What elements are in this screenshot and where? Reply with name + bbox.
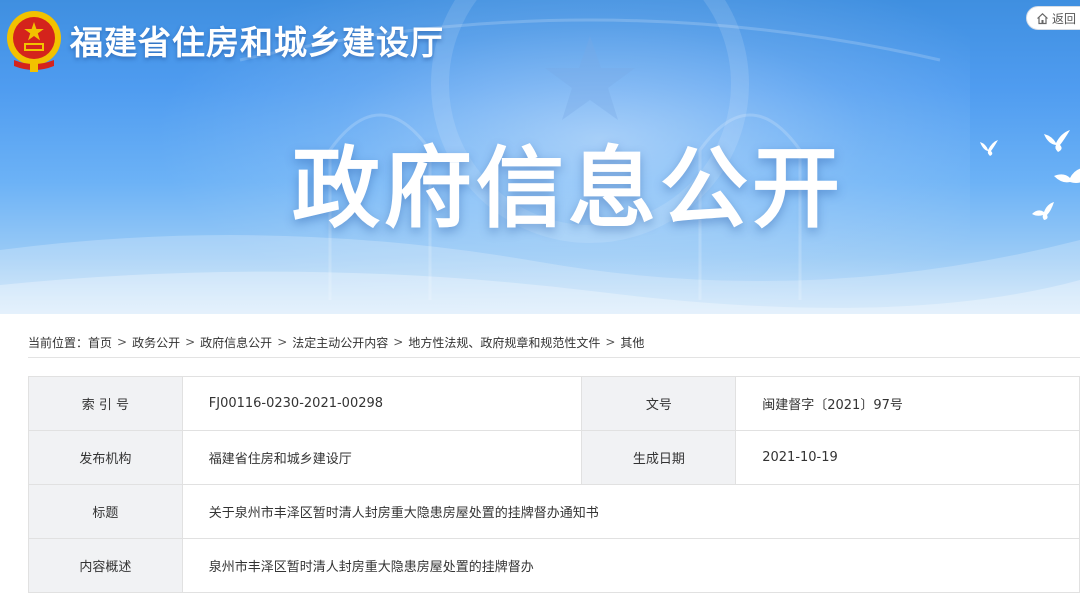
back-button-label: 返回 <box>1052 11 1077 26</box>
dove-icon <box>1054 168 1080 183</box>
document-number-label: 文号 <box>581 376 737 431</box>
breadcrumb-divider <box>28 357 1080 358</box>
publisher-label: 发布机构 <box>28 430 183 485</box>
title-label: 标题 <box>28 484 183 539</box>
hero-title: 政府信息公开 <box>292 137 845 240</box>
breadcrumb-statutory-content[interactable]: 法定主动公开内容 <box>292 334 388 351</box>
document-info-table: 索 引 号 FJ00116-0230-2021-00298 文号 闽建督字〔20… <box>28 376 1080 593</box>
dove-icon <box>1044 130 1070 152</box>
breadcrumb-government-affairs[interactable]: 政务公开 <box>132 334 180 351</box>
back-button[interactable]: 返回 <box>1026 6 1080 30</box>
index-number-value: FJ00116-0230-2021-00298 <box>181 376 583 431</box>
breadcrumb-regulations[interactable]: 地方性法规、政府规章和规范性文件 <box>408 334 600 351</box>
table-row: 索 引 号 FJ00116-0230-2021-00298 文号 闽建督字〔20… <box>28 376 1080 431</box>
generation-date-value: 2021-10-19 <box>735 430 1080 485</box>
breadcrumb-info-disclosure[interactable]: 政府信息公开 <box>200 334 272 351</box>
home-icon <box>1036 12 1049 25</box>
breadcrumb-separator: > <box>185 335 196 349</box>
summary-value: 泉州市丰泽区暂时清人封房重大隐患房屋处置的挂牌督办 <box>181 538 1080 593</box>
summary-label: 内容概述 <box>28 538 183 593</box>
national-emblem-icon <box>4 8 64 76</box>
publisher-value: 福建省住房和城乡建设厅 <box>181 430 583 485</box>
table-row: 标题 关于泉州市丰泽区暂时清人封房重大隐患房屋处置的挂牌督办通知书 <box>28 484 1080 539</box>
document-number-value: 闽建督字〔2021〕97号 <box>735 376 1080 431</box>
generation-date-label: 生成日期 <box>581 430 737 485</box>
title-value: 关于泉州市丰泽区暂时清人封房重大隐患房屋处置的挂牌督办通知书 <box>181 484 1080 539</box>
dove-icon <box>980 140 998 156</box>
breadcrumb-separator: > <box>605 335 616 349</box>
site-title: 福建省住房和城乡建设厅 <box>70 23 444 62</box>
table-row: 发布机构 福建省住房和城乡建设厅 生成日期 2021-10-19 <box>28 430 1080 485</box>
breadcrumb-separator: > <box>117 335 128 349</box>
dove-icon <box>1032 202 1054 220</box>
breadcrumb-prefix: 当前位置： <box>28 335 89 350</box>
table-row: 内容概述 泉州市丰泽区暂时清人封房重大隐患房屋处置的挂牌督办 <box>28 538 1080 593</box>
breadcrumb-separator: > <box>393 335 404 349</box>
breadcrumb-other[interactable]: 其他 <box>620 334 644 351</box>
breadcrumb-separator: > <box>277 335 288 349</box>
header-banner: 福建省住房和城乡建设厅 返回 政府信息公开 <box>0 0 1080 314</box>
index-number-label: 索 引 号 <box>28 376 183 431</box>
breadcrumb: 当前位置： 首页 > 政务公开 > 政府信息公开 > 法定主动公开内容 > 地方… <box>28 327 1080 357</box>
breadcrumb-home[interactable]: 首页 <box>88 334 112 351</box>
